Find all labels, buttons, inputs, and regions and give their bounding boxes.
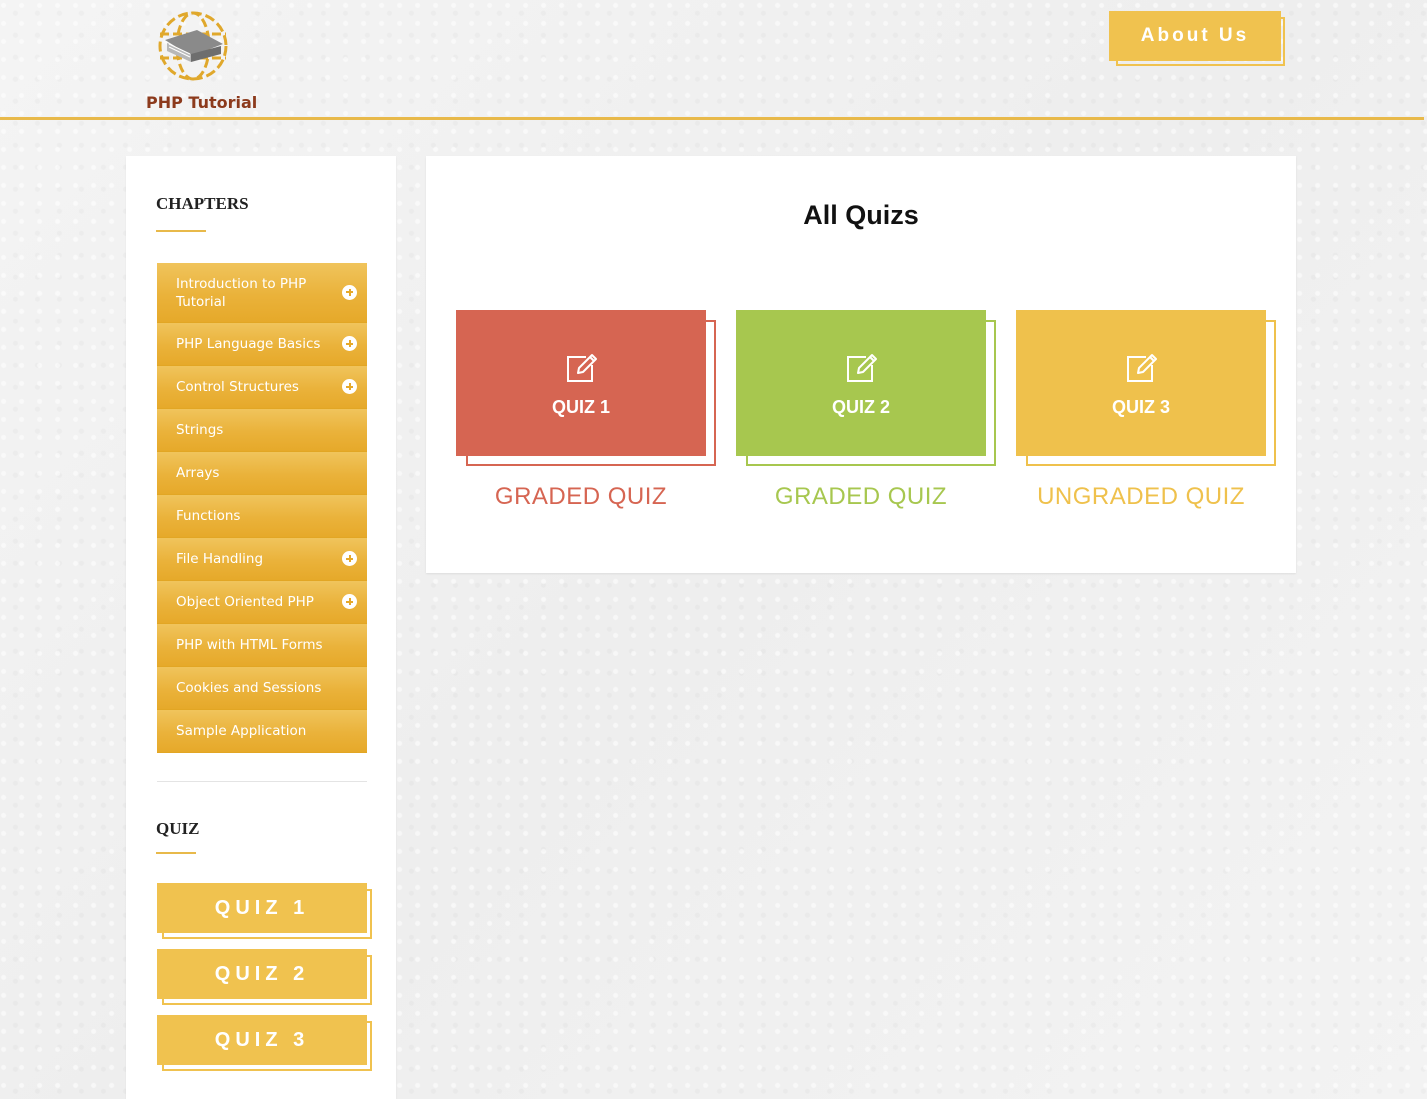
edit-icon	[847, 354, 877, 382]
chapter-label: Strings	[176, 422, 224, 438]
quiz-card-label: QUIZ 3	[1111, 397, 1170, 417]
quiz-1-card-button[interactable]: QUIZ 1	[456, 310, 706, 456]
quiz-card-1: QUIZ 1 GRADED QUIZ	[456, 310, 716, 510]
chapter-label: File Handling	[176, 551, 264, 567]
chapters-heading: CHAPTERS	[156, 194, 249, 213]
chapter-label: Arrays	[176, 465, 220, 481]
expand-plus-icon[interactable]	[342, 551, 357, 566]
chapter-item[interactable]: Object Oriented PHP	[157, 581, 367, 624]
chapter-label: Object Oriented PHP	[176, 594, 314, 610]
header: PHP Tutorial About Us	[0, 0, 1427, 121]
sidebar-quiz-3: QUIZ 3	[157, 1015, 372, 1071]
quiz-3-card-button[interactable]: QUIZ 3	[1016, 310, 1266, 456]
quiz-type-label: GRADED QUIZ	[774, 483, 948, 510]
quiz-heading: QUIZ	[156, 819, 200, 838]
chapter-list: Introduction to PHP Tutorial PHP Language…	[157, 263, 367, 753]
sidebar: CHAPTERS Introduction to PHP Tutorial PHP…	[126, 156, 396, 1099]
site-logo[interactable]: PHP Tutorial	[140, 8, 270, 112]
logo-text: PHP Tutorial	[146, 93, 258, 112]
chapter-label: Introduction to PHP Tutorial	[176, 275, 307, 310]
main-panel: All Quizs QUIZ 1 GRADED QUIZ QUIZ 2 GRAD…	[426, 156, 1296, 573]
quiz-type-label: UNGRADED QUIZ	[1037, 483, 1245, 510]
quiz-2-card-button[interactable]: QUIZ 2	[736, 310, 986, 456]
edit-icon	[567, 354, 597, 382]
chapter-item[interactable]: Cookies and Sessions	[157, 667, 367, 710]
about-us-button[interactable]: About Us	[1109, 11, 1281, 61]
quiz-type-label: GRADED QUIZ	[494, 483, 668, 510]
chapter-label: Cookies and Sessions	[176, 680, 322, 696]
quiz-1-button[interactable]: QUIZ 1	[157, 883, 367, 933]
edit-icon	[1127, 354, 1157, 382]
quiz-card-3: QUIZ 3 UNGRADED QUIZ	[1016, 310, 1276, 510]
quiz-3-button[interactable]: QUIZ 3	[157, 1015, 367, 1065]
chapter-item[interactable]: PHP with HTML Forms	[157, 624, 367, 667]
chapter-label: Functions	[176, 508, 241, 524]
quiz-heading-underline	[156, 852, 196, 854]
expand-plus-icon[interactable]	[342, 594, 357, 609]
chapter-item[interactable]: File Handling	[157, 538, 367, 581]
page-title: All Quizs	[803, 200, 919, 230]
chapter-label: PHP with HTML Forms	[176, 637, 323, 653]
quiz-2-button[interactable]: QUIZ 2	[157, 949, 367, 999]
expand-plus-icon[interactable]	[342, 336, 357, 351]
sidebar-divider	[157, 781, 367, 782]
chapter-item[interactable]: Arrays	[157, 452, 367, 495]
sidebar-quiz-2: QUIZ 2	[157, 949, 372, 1005]
chapter-item[interactable]: Strings	[157, 409, 367, 452]
chapters-heading-underline	[156, 230, 206, 232]
chapter-label: Control Structures	[176, 379, 299, 395]
chapter-label: Sample Application	[176, 723, 307, 739]
expand-plus-icon[interactable]	[342, 379, 357, 394]
globe-book-icon	[158, 11, 228, 81]
sidebar-quiz-1: QUIZ 1	[157, 883, 372, 939]
chapter-label: PHP Language Basics	[176, 336, 321, 352]
header-divider	[0, 117, 1424, 120]
quiz-card-2: QUIZ 2 GRADED QUIZ	[736, 310, 996, 510]
chapter-item[interactable]: Introduction to PHP Tutorial	[157, 263, 367, 323]
chapter-item[interactable]: PHP Language Basics	[157, 323, 367, 366]
quiz-card-label: QUIZ 1	[551, 397, 610, 417]
chapter-item[interactable]: Sample Application	[157, 710, 367, 753]
chapter-item[interactable]: Control Structures	[157, 366, 367, 409]
quiz-card-label: QUIZ 2	[831, 397, 890, 417]
chapter-item[interactable]: Functions	[157, 495, 367, 538]
expand-plus-icon[interactable]	[342, 284, 357, 300]
